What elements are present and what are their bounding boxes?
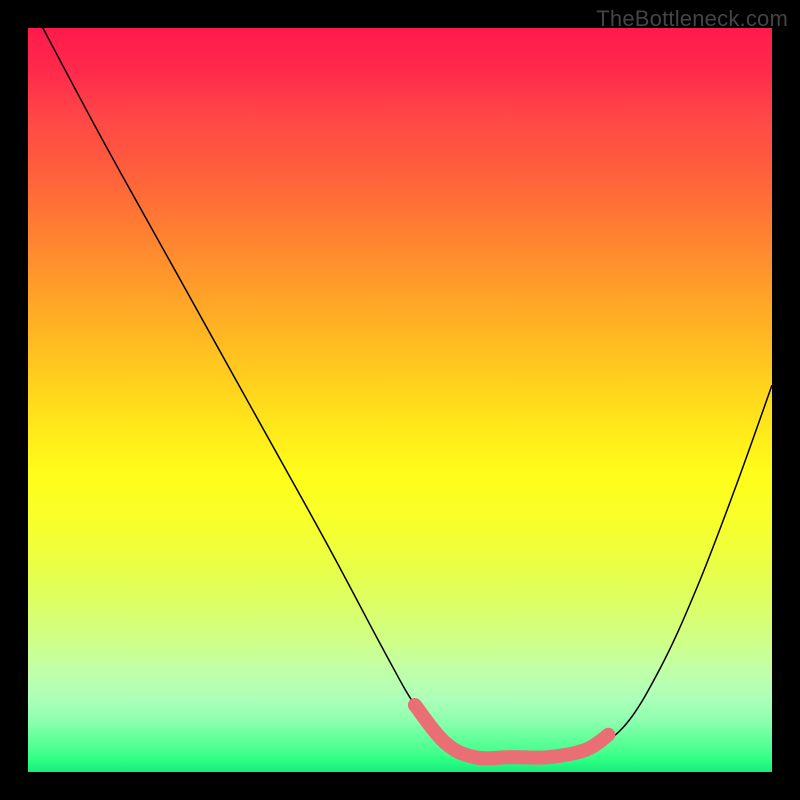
chart-svg <box>28 28 772 772</box>
optimal-range-highlight <box>415 705 608 758</box>
plot-area <box>28 28 772 772</box>
watermark-text: TheBottleneck.com <box>596 6 788 32</box>
bottleneck-curve <box>43 28 772 758</box>
